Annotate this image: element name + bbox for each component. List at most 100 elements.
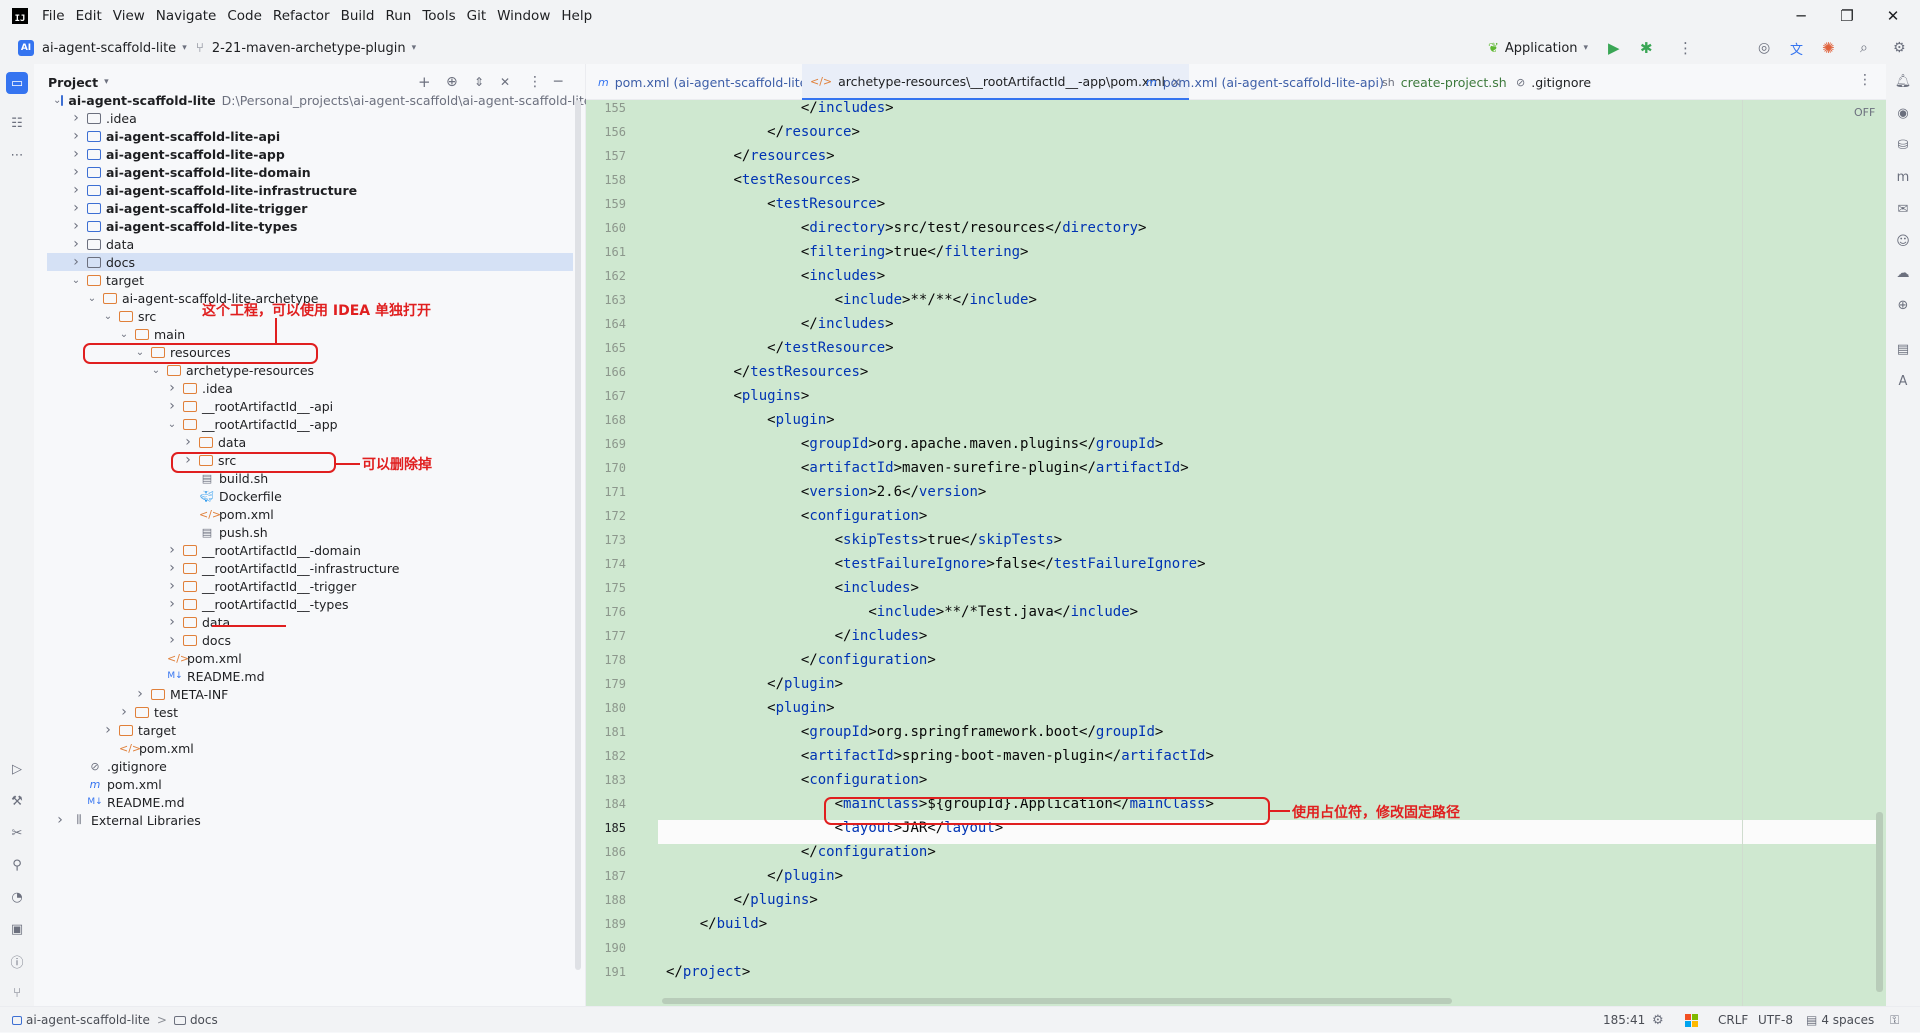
editor-tab[interactable]: ⊘ .gitignore	[1508, 64, 1599, 100]
toolbox-icon[interactable]: ▤	[1894, 340, 1912, 358]
maven-icon[interactable]: m	[1894, 168, 1912, 186]
editor-tab[interactable]: m pom.xml (ai-agent-scaffold-lite)	[590, 64, 820, 100]
tree-item[interactable]: › docs	[47, 631, 573, 649]
chevron-down-icon[interactable]: ⌄	[117, 329, 131, 340]
vertical-scrollbar[interactable]	[1876, 812, 1883, 992]
menu-view[interactable]: View	[113, 8, 145, 24]
settings-gear-icon[interactable]: ⚙	[1893, 32, 1906, 64]
editor-tab[interactable]: m pom.xml (ai-agent-scaffold-lite-api)	[1138, 64, 1392, 100]
chevron-right-icon[interactable]: ›	[165, 632, 179, 648]
locate-icon[interactable]: ⊕	[446, 74, 458, 90]
structure-tool-icon[interactable]: ☷	[8, 114, 26, 132]
vcs-icon[interactable]: ⚙	[1652, 1007, 1664, 1033]
tree-item[interactable]: › ai-agent-scaffold-lite-trigger	[47, 199, 573, 217]
code-editor[interactable]: 155 156 157 158 159 160 161 162 163 164 165 166 167 1…	[586, 100, 1886, 1006]
menu-navigate[interactable]: Navigate	[156, 8, 217, 24]
chevron-down-icon[interactable]: ▾	[104, 77, 109, 87]
tree-item[interactable]: › data	[47, 433, 573, 451]
menu-file[interactable]: File	[42, 8, 65, 24]
font-icon[interactable]: A	[1894, 372, 1912, 390]
code-with-me-icon[interactable]: ◎	[1758, 32, 1770, 64]
profiler-tool-icon[interactable]: ◔	[8, 888, 26, 906]
tree-item[interactable]: ⌄ ai-agent-scaffold-lite D:\Personal_proje…	[47, 91, 591, 109]
globe-icon[interactable]: ⊕	[1894, 296, 1912, 314]
close-window-icon[interactable]: ✕	[1870, 0, 1916, 32]
tree-item[interactable]: › __rootArtifactId__-infrastructure	[47, 559, 573, 577]
readonly-badge[interactable]: OFF	[1854, 106, 1875, 119]
tree-item[interactable]: ⌄ target	[47, 271, 573, 289]
tree-item[interactable]: › __rootArtifactId__-api	[47, 397, 573, 415]
chevron-right-icon[interactable]: ›	[117, 704, 131, 720]
database-icon[interactable]: ⛁	[1894, 136, 1912, 154]
debug-icon[interactable]: ✱	[1640, 32, 1653, 64]
ai-assistant-icon[interactable]: ✺	[1822, 32, 1835, 64]
chevron-right-icon[interactable]: ›	[69, 236, 83, 252]
more-vertical-icon[interactable]: ⋮	[1678, 32, 1693, 64]
tree-item[interactable]: ⌄ main	[47, 325, 573, 343]
line-ending[interactable]: CRLF	[1718, 1007, 1748, 1033]
chevron-right-icon[interactable]: ›	[181, 434, 195, 450]
chevron-right-icon[interactable]: ›	[165, 596, 179, 612]
chevron-down-icon[interactable]: ⌄	[101, 311, 115, 322]
add-icon[interactable]: +	[418, 73, 431, 91]
chevron-right-icon[interactable]: ›	[101, 722, 115, 738]
minimize-icon[interactable]: ─	[1778, 0, 1824, 32]
menu-window[interactable]: Window	[497, 8, 550, 24]
tree-item[interactable]: ⊘ .gitignore	[47, 757, 573, 775]
tree-item[interactable]: › ai-agent-scaffold-lite-app	[47, 145, 573, 163]
tree-item[interactable]: </> pom.xml	[47, 739, 573, 757]
tree-item[interactable]: 🐳︎ Dockerfile	[47, 487, 573, 505]
chevron-right-icon[interactable]: ›	[69, 200, 83, 216]
project-panel-title[interactable]: Project	[48, 75, 98, 90]
tree-item[interactable]: › ai-agent-scaffold-lite-types	[47, 217, 573, 235]
copilot-icon[interactable]: ◉	[1894, 104, 1912, 122]
project-tool-icon[interactable]: ▭	[6, 72, 28, 94]
run-tool-icon[interactable]: ▷	[8, 760, 26, 778]
problems-tool-icon[interactable]: ⓘ	[8, 952, 26, 971]
cloud-icon[interactable]: ☁	[1894, 264, 1912, 282]
endpoints-tool-icon[interactable]: ⚲	[8, 856, 26, 874]
breadcrumb-leaf[interactable]: docs	[190, 1013, 218, 1027]
tree-item[interactable]: </> pom.xml	[47, 505, 573, 523]
notifications-icon[interactable]: 🔔︎	[1894, 72, 1912, 90]
services-tool-icon[interactable]: ✂	[8, 824, 26, 842]
tree-item[interactable]: › ⫼ External Libraries	[47, 811, 573, 829]
breadcrumb[interactable]: ai-agent-scaffold-lite > docs	[12, 1007, 218, 1033]
menu-build[interactable]: Build	[341, 8, 375, 24]
tree-item[interactable]: M↓ README.md	[47, 793, 573, 811]
tree-item[interactable]: › ai-agent-scaffold-lite-domain	[47, 163, 573, 181]
chevron-right-icon[interactable]: ›	[165, 542, 179, 558]
editor-tab[interactable]: sh create-project.sh	[1374, 64, 1515, 100]
caret-position[interactable]: 185:41	[1603, 1007, 1645, 1033]
tree-scrollbar[interactable]	[575, 100, 581, 970]
run-icon[interactable]: ▶	[1608, 32, 1620, 64]
tree-item[interactable]: › .idea	[47, 379, 573, 397]
chevron-right-icon[interactable]: ›	[165, 560, 179, 576]
breadcrumb-root[interactable]: ai-agent-scaffold-lite	[26, 1013, 150, 1027]
chevron-right-icon[interactable]: ›	[69, 146, 83, 162]
chevron-right-icon[interactable]: ›	[69, 218, 83, 234]
run-config-selector[interactable]: ❦ Application ▾	[1488, 32, 1588, 64]
tree-item[interactable]: ▤ push.sh	[47, 523, 573, 541]
chevron-right-icon[interactable]: ›	[165, 398, 179, 414]
tabs-more-icon[interactable]: ⋮	[1858, 72, 1872, 88]
chevron-down-icon[interactable]: ⌄	[69, 275, 83, 286]
project-selector[interactable]: AI ai-agent-scaffold-lite ▾	[18, 32, 187, 64]
chevron-down-icon[interactable]: ⌄	[53, 95, 61, 106]
file-encoding[interactable]: UTF-8	[1758, 1007, 1793, 1033]
more-vertical-icon[interactable]: ⋮	[528, 74, 542, 90]
horizontal-scrollbar[interactable]	[662, 998, 1452, 1004]
expand-all-icon[interactable]: ⇕	[474, 75, 484, 89]
chevron-right-icon[interactable]: ›	[53, 812, 67, 828]
menu-code[interactable]: Code	[227, 8, 262, 24]
branch-selector[interactable]: ⑂ 2-21-maven-archetype-plugin ▾	[196, 32, 416, 64]
chevron-right-icon[interactable]: ›	[165, 380, 179, 396]
tree-item[interactable]: m pom.xml	[47, 775, 573, 793]
tree-item[interactable]: › docs	[47, 253, 573, 271]
tree-item[interactable]: › __rootArtifactId__-domain	[47, 541, 573, 559]
chevron-right-icon[interactable]: ›	[69, 110, 83, 126]
tree-item[interactable]: › .idea	[47, 109, 573, 127]
chevron-right-icon[interactable]: ›	[165, 578, 179, 594]
chevron-right-icon[interactable]: ›	[69, 182, 83, 198]
collapse-all-icon[interactable]: ✕	[500, 75, 510, 89]
